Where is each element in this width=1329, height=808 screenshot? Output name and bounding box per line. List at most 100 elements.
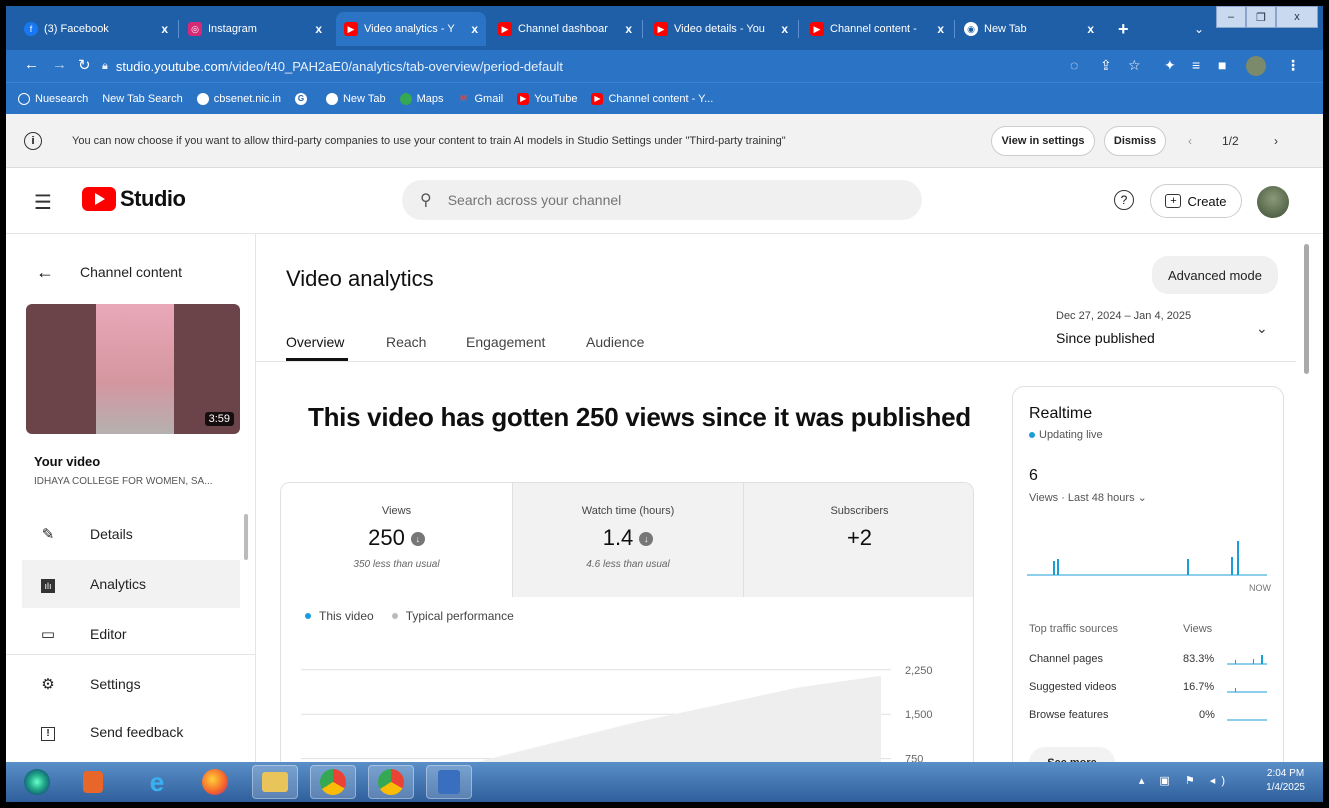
- google-icon: G: [294, 92, 307, 105]
- tab-close-icon[interactable]: x: [781, 22, 788, 36]
- chart-legend: This video Typical performance: [305, 609, 514, 623]
- help-icon[interactable]: ?: [1114, 190, 1134, 210]
- taskbar-internet-explorer[interactable]: e: [134, 765, 180, 799]
- screen: f (3) Facebook x ◎ Instagram x ▶ Video a…: [6, 6, 1323, 802]
- eye-off-icon[interactable]: ◌: [1070, 57, 1078, 73]
- reading-list-icon[interactable]: ≡: [1192, 57, 1200, 73]
- sidebar-item-send-feedback[interactable]: ! Send feedback: [22, 708, 240, 756]
- tab-facebook[interactable]: f (3) Facebook x: [16, 12, 176, 46]
- tab-overview[interactable]: Overview: [286, 334, 344, 350]
- tab-close-icon[interactable]: x: [161, 22, 168, 36]
- arrow-down-icon: ↓: [410, 532, 425, 547]
- stat-subscribers[interactable]: Subscribers +2: [743, 483, 973, 597]
- period-selector[interactable]: Since published: [1056, 330, 1155, 346]
- chrome-icon: [378, 769, 404, 795]
- taskbar-firefox[interactable]: [192, 765, 238, 799]
- sidebar-item-details[interactable]: ✎ Details: [22, 510, 240, 558]
- more-menu-icon[interactable]: ⋮: [1286, 57, 1300, 74]
- info-icon: i: [24, 132, 42, 150]
- thumbnail-scene: [96, 304, 174, 434]
- bookmark-new-tab-search[interactable]: New Tab Search: [102, 93, 183, 105]
- bookmark-gmail[interactable]: M Gmail: [458, 93, 503, 105]
- sidebar: ← Channel content 3:59 Your video IDHAYA…: [6, 234, 256, 762]
- profile-avatar-icon[interactable]: [1246, 56, 1266, 76]
- bookmark-new-tab[interactable]: New Tab: [325, 92, 386, 105]
- chrome-icon: [325, 92, 338, 105]
- stat-watch-time[interactable]: Watch time (hours) 1.4 ↓ 4.6 less than us…: [512, 483, 743, 597]
- page-title: Video analytics: [286, 266, 434, 291]
- tab-close-icon[interactable]: x: [471, 22, 478, 36]
- tab-close-icon[interactable]: x: [315, 22, 322, 36]
- tab-new-tab[interactable]: ◉ New Tab x: [956, 12, 1102, 46]
- bookmark-youtube[interactable]: ▶ YouTube: [517, 92, 577, 105]
- maximize-button[interactable]: ❐: [1246, 6, 1276, 28]
- system-tray-icons[interactable]: ▴ ▣ ⚑ ◂): [1139, 774, 1231, 787]
- main-scrollbar[interactable]: [1304, 244, 1309, 374]
- tab-close-icon[interactable]: x: [625, 22, 632, 36]
- hamburger-menu-icon[interactable]: ☰: [34, 190, 52, 215]
- side-panel-icon[interactable]: ■: [1218, 57, 1226, 73]
- chevron-down-icon[interactable]: ⌄: [1256, 320, 1268, 337]
- share-icon[interactable]: ⇪: [1100, 57, 1112, 74]
- editor-icon: ▭: [40, 626, 56, 643]
- create-button[interactable]: + Create: [1150, 184, 1242, 218]
- stat-views[interactable]: Views 250 ↓ 350 less than usual: [281, 483, 512, 597]
- video-thumbnail[interactable]: 3:59: [26, 304, 240, 434]
- tab-close-icon[interactable]: x: [1087, 22, 1094, 36]
- tab-channel-dashboard[interactable]: ▶ Channel dashboar x: [490, 12, 640, 46]
- bookmark-nuesearch[interactable]: Nuesearch: [18, 92, 88, 105]
- view-in-settings-button[interactable]: View in settings: [991, 126, 1095, 156]
- taskbar-word[interactable]: [426, 765, 472, 799]
- stats-card: Views 250 ↓ 350 less than usual Watch tim…: [280, 482, 974, 782]
- tab-search-chevron-icon[interactable]: ⌄: [1186, 12, 1212, 46]
- taskbar-office[interactable]: [70, 765, 116, 799]
- y-tick-label: 1,500: [905, 709, 933, 721]
- clock[interactable]: 2:04 PM 1/4/2025: [1266, 767, 1305, 795]
- window-close-button[interactable]: x: [1276, 6, 1318, 28]
- taskbar-explorer[interactable]: [252, 765, 298, 799]
- tab-channel-content[interactable]: ▶ Channel content - x: [802, 12, 952, 46]
- sidebar-item-analytics[interactable]: ılı Analytics: [22, 560, 240, 608]
- search-input[interactable]: [447, 192, 868, 208]
- bookmark-google[interactable]: G: [294, 92, 312, 105]
- realtime-period[interactable]: Views · Last 48 hours ⌄: [1029, 491, 1147, 504]
- sidebar-item-settings[interactable]: ⚙ Settings: [22, 660, 240, 708]
- reload-icon[interactable]: ↻: [78, 56, 91, 74]
- extensions-icon[interactable]: ✦: [1164, 57, 1176, 74]
- youtube-studio-logo[interactable]: Studio: [82, 186, 186, 212]
- forward-arrow-icon[interactable]: →: [52, 56, 67, 73]
- traffic-sparkline: [1227, 719, 1267, 721]
- bookmark-cbsenet[interactable]: cbsenet.nic.in: [196, 92, 281, 105]
- start-button[interactable]: [14, 765, 60, 799]
- taskbar-chrome-2[interactable]: [368, 765, 414, 799]
- minimize-button[interactable]: –: [1216, 6, 1246, 28]
- traffic-sparkline: [1227, 655, 1267, 665]
- bookmark-channel-content[interactable]: ▶ Channel content - Y...: [591, 92, 713, 105]
- youtube-icon: ▶: [498, 22, 512, 36]
- address-bar[interactable]: 🔒︎ studio.youtube.com/video/t40_PAH2aE0/…: [102, 53, 1072, 79]
- back-arrow-icon[interactable]: ←: [36, 262, 54, 283]
- tab-video-analytics[interactable]: ▶ Video analytics - Y x: [336, 12, 486, 46]
- back-arrow-icon[interactable]: ←: [24, 56, 39, 73]
- advanced-mode-button[interactable]: Advanced mode: [1152, 256, 1278, 294]
- sidebar-item-editor[interactable]: ▭ Editor: [22, 610, 240, 658]
- prev-chevron-icon[interactable]: ‹: [1188, 134, 1192, 148]
- dismiss-button[interactable]: Dismiss: [1104, 126, 1166, 156]
- taskbar-chrome[interactable]: [310, 765, 356, 799]
- tab-engagement[interactable]: Engagement: [466, 334, 545, 350]
- new-tab-button[interactable]: +: [1110, 12, 1137, 46]
- feedback-icon: !: [36, 723, 60, 741]
- tab-reach[interactable]: Reach: [386, 334, 426, 350]
- account-avatar[interactable]: [1257, 186, 1289, 218]
- tab-audience[interactable]: Audience: [586, 334, 644, 350]
- bookmark-maps[interactable]: Maps: [399, 92, 444, 105]
- bookmark-star-icon[interactable]: ☆: [1128, 57, 1141, 74]
- tab-video-details[interactable]: ▶ Video details - You x: [646, 12, 796, 46]
- tab-instagram[interactable]: ◎ Instagram x: [180, 12, 330, 46]
- date-range[interactable]: Dec 27, 2024 – Jan 4, 2025: [1056, 310, 1191, 322]
- pencil-icon: ✎: [41, 526, 55, 543]
- sidebar-scrollbar[interactable]: [244, 514, 248, 560]
- next-chevron-icon[interactable]: ›: [1274, 134, 1278, 148]
- tab-close-icon[interactable]: x: [937, 22, 944, 36]
- channel-content-link[interactable]: Channel content: [80, 264, 182, 280]
